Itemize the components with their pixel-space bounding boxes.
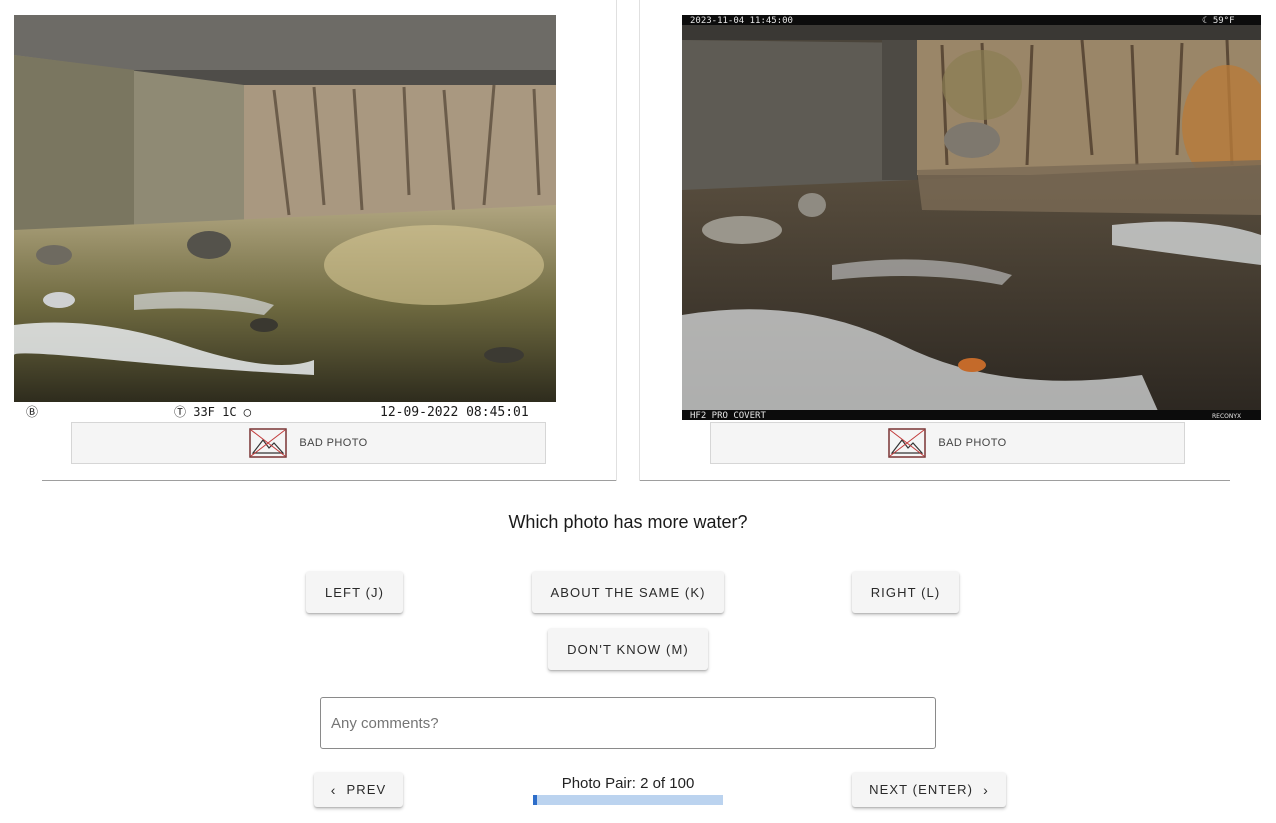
progress-fill <box>533 795 537 805</box>
prev-button[interactable]: ‹ PREV <box>314 772 403 807</box>
left-photo-image: Ⓑ Ⓣ 33F 1C ◯ 12-09-2022 08:45:01 <box>14 15 556 421</box>
comments-input[interactable] <box>320 697 936 749</box>
broken-image-icon <box>249 428 288 458</box>
left-bad-photo-label: BAD PHOTO <box>299 437 368 449</box>
next-label: NEXT (ENTER) <box>869 782 974 797</box>
right-choice-button[interactable]: RIGHT (L) <box>852 571 959 613</box>
chevron-right-icon: › <box>983 781 989 798</box>
left-photo-card: Ⓑ Ⓣ 33F 1C ◯ 12-09-2022 08:45:01 BAD PHO… <box>0 0 617 481</box>
left-overlay-timestamp: 12-09-2022 08:45:01 <box>380 405 529 420</box>
right-photo-card: 2023-11-04 11:45:00 ☾ 59°F HF2 PRO COVER… <box>639 0 1261 481</box>
about-the-same-button[interactable]: ABOUT THE SAME (K) <box>532 571 724 613</box>
dont-know-button[interactable]: DON'T KNOW (M) <box>548 628 708 670</box>
right-overlay-timestamp: 2023-11-04 11:45:00 <box>690 16 793 26</box>
next-button[interactable]: NEXT (ENTER) › <box>852 772 1006 807</box>
left-choice-button[interactable]: LEFT (J) <box>306 571 403 613</box>
progress-bar <box>533 795 723 805</box>
left-overlay-temp: Ⓣ 33F 1C ◯ <box>174 405 252 419</box>
chevron-left-icon: ‹ <box>330 781 337 798</box>
left-photo[interactable]: Ⓑ Ⓣ 33F 1C ◯ 12-09-2022 08:45:01 <box>14 15 556 421</box>
progress-text: Photo Pair: 2 of 100 <box>561 775 695 792</box>
right-overlay-model: HF2 PRO COVERT <box>690 411 766 420</box>
right-photo[interactable]: 2023-11-04 11:45:00 ☾ 59°F HF2 PRO COVER… <box>682 15 1261 420</box>
right-bad-photo-label: BAD PHOTO <box>938 437 1007 449</box>
right-bad-photo-button[interactable]: BAD PHOTO <box>710 422 1185 464</box>
left-overlay-badge: Ⓑ <box>26 405 38 419</box>
right-photo-image: 2023-11-04 11:45:00 ☾ 59°F HF2 PRO COVER… <box>682 15 1261 420</box>
prev-label: PREV <box>346 782 387 797</box>
question-text: Which photo has more water? <box>508 512 748 532</box>
broken-image-icon <box>888 428 927 458</box>
right-overlay-temp: ☾ 59°F <box>1202 16 1235 26</box>
left-bad-photo-button[interactable]: BAD PHOTO <box>71 422 546 464</box>
right-overlay-brand: RECONYX <box>1212 413 1241 420</box>
